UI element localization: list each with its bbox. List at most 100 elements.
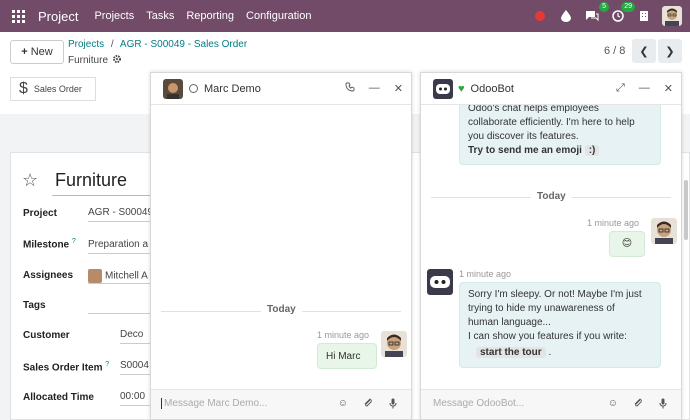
minimize-icon[interactable]: — bbox=[369, 82, 380, 95]
close-icon[interactable]: ✕ bbox=[394, 82, 403, 95]
menu-projects[interactable]: Projects bbox=[94, 10, 134, 22]
field-customer[interactable]: Deco bbox=[120, 326, 150, 344]
apps-menu-icon[interactable] bbox=[4, 0, 32, 32]
new-button-label: New bbox=[30, 46, 53, 58]
breadcrumb: Projects / AGR - S00049 - Sales Order bbox=[68, 39, 247, 50]
menu-tasks[interactable]: Tasks bbox=[146, 10, 174, 22]
field-sales-order-item[interactable]: S0004 bbox=[120, 357, 150, 375]
field-allocated-time[interactable]: 00:00 bbox=[120, 388, 150, 406]
activity-clock-icon[interactable]: 29 bbox=[610, 2, 635, 24]
reply-line: human language... bbox=[468, 317, 551, 328]
record-name: Furniture bbox=[68, 54, 122, 67]
chat-header[interactable]: Marc Demo — ✕ bbox=[151, 73, 411, 105]
marc-demo-avatar bbox=[163, 78, 183, 99]
my-avatar bbox=[651, 218, 677, 244]
menu-reporting[interactable]: Reporting bbox=[186, 10, 234, 22]
chat-title: Marc Demo bbox=[204, 82, 261, 95]
chat-title: OdooBot bbox=[470, 82, 514, 95]
label-project: Project bbox=[23, 208, 57, 219]
chevron-left-icon: ❮ bbox=[639, 45, 649, 58]
new-button[interactable]: + New bbox=[10, 40, 64, 64]
reply-line: Sorry I'm sleepy. Or not! Maybe I'm just bbox=[468, 289, 642, 300]
pager-value[interactable]: 6 / 8 bbox=[604, 45, 625, 57]
field-tags[interactable] bbox=[88, 296, 150, 314]
chat-window-odoobot: Odoo's chat helps employees collaborate … bbox=[420, 72, 682, 420]
emoji-icon[interactable]: ☺ bbox=[608, 398, 618, 412]
emoji-icon[interactable]: ☺ bbox=[338, 398, 348, 412]
label-milestone: Milestone ? bbox=[23, 238, 76, 251]
smiley-emoji: 😊 bbox=[621, 238, 633, 249]
composer: Message Marc Demo... ☺ bbox=[151, 389, 411, 419]
menu-configuration[interactable]: Configuration bbox=[246, 10, 311, 22]
chat-bubbles-icon[interactable]: 5 bbox=[584, 2, 609, 24]
message-time: 1 minute ago bbox=[587, 218, 640, 228]
message-time: 1 minute ago bbox=[317, 330, 370, 340]
paperclip-icon[interactable] bbox=[634, 398, 643, 412]
day-separator: Today bbox=[261, 304, 302, 315]
field-assignees[interactable]: Mitchell A bbox=[88, 266, 150, 284]
intro-code: :) bbox=[584, 145, 600, 156]
help-tooltip-icon: ? bbox=[105, 361, 110, 368]
user-avatar[interactable] bbox=[662, 6, 682, 26]
reply-line: I can show you features if you write: bbox=[468, 331, 627, 342]
chevron-right-icon: ❯ bbox=[665, 45, 675, 58]
field-milestone[interactable]: Preparation a bbox=[88, 236, 150, 254]
chat-header[interactable]: ♥ OdooBot ⤢ — ✕ bbox=[421, 73, 681, 105]
field-project[interactable]: AGR - S00049 bbox=[88, 204, 150, 222]
activities-badge: 29 bbox=[621, 2, 635, 12]
breadcrumb-separator: / bbox=[110, 39, 114, 50]
message-bubble: Hi Marc bbox=[317, 343, 377, 369]
day-separator: Today bbox=[531, 191, 572, 202]
close-icon[interactable]: ✕ bbox=[664, 82, 673, 95]
presence-offline-icon bbox=[189, 84, 198, 93]
odoobot-reply-bubble: Sorry I'm sleepy. Or not! Maybe I'm just… bbox=[459, 282, 661, 368]
gear-icon[interactable] bbox=[112, 54, 122, 67]
label-allocated-time: Allocated Time bbox=[23, 392, 94, 403]
odoobot-avatar bbox=[433, 78, 453, 99]
top-navbar: Project Projects Tasks Reporting Configu… bbox=[0, 0, 690, 32]
tour-command: start the tour bbox=[476, 347, 546, 358]
reply-line: trying to hide my unawareness of bbox=[468, 303, 615, 314]
sales-order-label: Sales Order bbox=[33, 84, 82, 94]
app-name[interactable]: Project bbox=[38, 9, 78, 24]
pager-previous-button[interactable]: ❮ bbox=[632, 39, 656, 63]
pager-next-button[interactable]: ❯ bbox=[658, 39, 682, 63]
label-tags: Tags bbox=[23, 300, 46, 311]
expand-icon[interactable]: ⤢ bbox=[616, 82, 625, 95]
message-input[interactable]: Message OdooBot... bbox=[431, 398, 524, 409]
microphone-icon[interactable] bbox=[389, 398, 397, 412]
chat-window-marc-demo: Marc Demo — ✕ Today 1 minute ago Hi Marc… bbox=[150, 72, 412, 420]
assignee-avatar bbox=[88, 269, 102, 283]
odoobot-message-avatar bbox=[427, 269, 453, 295]
task-title-field[interactable]: Furniture bbox=[52, 170, 150, 196]
breadcrumb-projects[interactable]: Projects bbox=[68, 39, 104, 50]
label-assignees: Assignees bbox=[23, 270, 74, 281]
sales-order-smart-button[interactable]: $ Sales Order bbox=[10, 77, 96, 101]
heart-icon: ♥ bbox=[458, 82, 465, 95]
control-panel: + New Projects / AGR - S00049 - Sales Or… bbox=[0, 32, 690, 68]
intro-try: Try to send me an emoji bbox=[468, 145, 582, 156]
phone-icon[interactable] bbox=[345, 82, 355, 95]
message-time: 1 minute ago bbox=[459, 269, 512, 279]
intro-line: collaborate efficiently. I'm here to hel… bbox=[468, 117, 635, 128]
favorite-star-icon[interactable]: ☆ bbox=[22, 170, 38, 191]
odoobot-intro-bubble: Odoo's chat helps employees collaborate … bbox=[459, 99, 661, 165]
label-customer: Customer bbox=[23, 330, 70, 341]
message-input[interactable]: Message Marc Demo... bbox=[161, 398, 267, 409]
page-scrollbar[interactable] bbox=[684, 180, 688, 240]
composer: Message OdooBot... ☺ bbox=[421, 389, 681, 419]
minimize-icon[interactable]: — bbox=[639, 82, 650, 95]
record-name-text: Furniture bbox=[68, 55, 109, 66]
microphone-icon[interactable] bbox=[659, 398, 667, 412]
company-building-icon[interactable] bbox=[636, 8, 652, 24]
plus-icon: + bbox=[21, 46, 28, 58]
help-tooltip-icon: ? bbox=[71, 238, 76, 245]
assignee-name: Mitchell A bbox=[105, 270, 148, 282]
my-avatar bbox=[381, 331, 407, 357]
breadcrumb-sales-order[interactable]: AGR - S00049 - Sales Order bbox=[120, 39, 247, 50]
debug-drop-icon[interactable] bbox=[558, 8, 574, 24]
paperclip-icon[interactable] bbox=[364, 398, 373, 412]
bug-icon[interactable] bbox=[532, 8, 548, 24]
intro-line: you discover its features. bbox=[468, 131, 579, 142]
label-sales-order-item: Sales Order Item ? bbox=[23, 361, 110, 374]
